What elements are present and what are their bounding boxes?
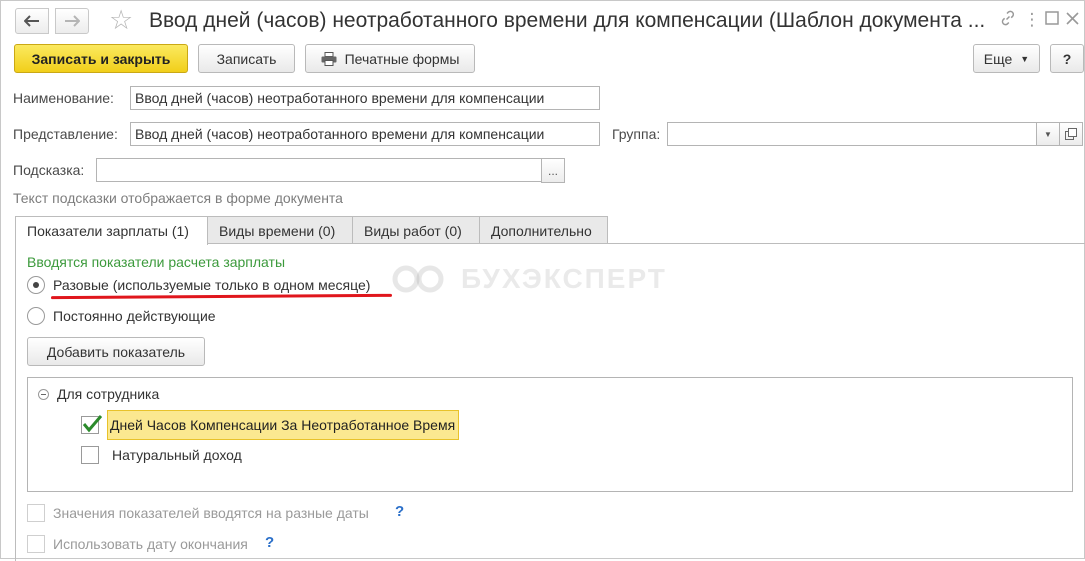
arrow-left-icon <box>24 15 39 27</box>
indicator-row-selected[interactable]: Дней Часов Компенсации За Неотработанное… <box>107 410 460 440</box>
chevron-down-icon: ▼ <box>1020 53 1030 64</box>
tree-group-row[interactable]: Для сотрудника <box>38 386 159 402</box>
indicator-checkbox-compensation[interactable] <box>81 415 103 434</box>
add-indicator-button[interactable]: Добавить показатель <box>27 337 205 366</box>
more-vertical-icon[interactable]: ⋮ <box>1021 9 1043 31</box>
print-forms-button[interactable]: Печатные формы <box>305 44 475 73</box>
group-label: Группа: <box>612 126 661 142</box>
checkmark-icon <box>82 415 103 433</box>
tab-additional[interactable]: Дополнительно <box>479 216 608 244</box>
printer-icon <box>321 51 337 66</box>
end-date-checkbox[interactable] <box>27 535 45 553</box>
chevron-down-icon: ▼ <box>1044 129 1052 139</box>
end-date-help-icon[interactable]: ? <box>265 534 274 551</box>
radio-once[interactable] <box>27 276 45 294</box>
print-forms-label: Печатные формы <box>344 50 460 67</box>
different-dates-help-icon[interactable]: ? <box>395 503 404 520</box>
group-field[interactable] <box>667 122 1037 146</box>
tree-group-label: Для сотрудника <box>57 386 160 402</box>
hint-field[interactable] <box>96 158 542 182</box>
hint-label: Подсказка: <box>13 162 85 178</box>
maximize-icon[interactable] <box>1041 9 1063 31</box>
indicators-section-title: Вводятся показатели расчета зарплаты <box>27 254 286 270</box>
window-title: Ввод дней (часов) неотработанного времен… <box>149 9 986 32</box>
tab-time-types[interactable]: Виды времени (0) <box>207 216 353 244</box>
open-icon <box>1065 128 1077 140</box>
radio-permanent-label: Постоянно действующие <box>53 308 216 324</box>
radio-once-label: Разовые (используемые только в одном мес… <box>53 277 371 293</box>
presentation-label: Представление: <box>13 126 118 142</box>
close-icon[interactable] <box>1061 9 1083 31</box>
more-button[interactable]: Еще ▼ <box>973 44 1040 73</box>
name-field[interactable]: Ввод дней (часов) неотработанного времен… <box>130 86 600 110</box>
tab-salary-indicators[interactable]: Показатели зарплаты (1) <box>15 216 208 245</box>
group-dropdown-button[interactable]: ▼ <box>1036 122 1060 146</box>
star-icon[interactable]: ☆ <box>109 5 133 35</box>
radio-permanent[interactable] <box>27 307 45 325</box>
end-date-label: Использовать дату окончания <box>53 536 248 552</box>
presentation-field[interactable]: Ввод дней (часов) неотработанного времен… <box>130 122 600 146</box>
save-button[interactable]: Записать <box>198 44 295 73</box>
indicator-label-compensation: Дней Часов Компенсации За Неотработанное… <box>110 417 456 433</box>
forward-button[interactable] <box>55 8 89 34</box>
indicator-label-natural-income: Натуральный доход <box>112 447 242 463</box>
more-label: Еще <box>983 50 1013 67</box>
collapse-icon[interactable] <box>38 388 49 400</box>
back-button[interactable] <box>15 8 49 34</box>
help-button[interactable]: ? <box>1050 44 1084 73</box>
different-dates-checkbox[interactable] <box>27 504 45 522</box>
name-label: Наименование: <box>13 90 114 106</box>
indicator-checkbox-natural-income[interactable] <box>81 446 99 464</box>
form-window: ☆ Ввод дней (часов) неотработанного врем… <box>0 0 1085 561</box>
hint-description: Текст подсказки отображается в форме док… <box>13 190 343 206</box>
watermark-logo <box>392 265 444 293</box>
arrow-right-icon <box>65 15 80 27</box>
different-dates-label: Значения показателей вводятся на разные … <box>53 505 369 521</box>
indicators-tree: Для сотрудника Дней Часов Компенсации За… <box>27 377 1073 492</box>
tab-work-types[interactable]: Виды работ (0) <box>352 216 480 244</box>
link-icon[interactable] <box>997 9 1019 31</box>
group-open-button[interactable] <box>1059 122 1083 146</box>
watermark-text: БУХЭКСПЕРТ <box>461 263 667 294</box>
save-and-close-button[interactable]: Записать и закрыть <box>14 44 188 73</box>
hint-select-button[interactable]: ... <box>541 158 565 183</box>
